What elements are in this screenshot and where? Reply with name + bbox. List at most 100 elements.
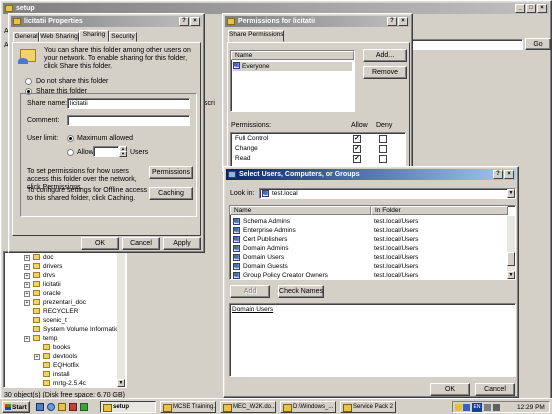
scroll-down-arrow[interactable]: ▼: [507, 271, 515, 279]
tab-general[interactable]: General: [13, 32, 39, 42]
help-button[interactable]: ?: [387, 17, 397, 26]
selected-object[interactable]: Domain Users: [232, 306, 273, 313]
directory-row[interactable]: Cert Publishers test.local/Users: [230, 235, 508, 244]
task-setup[interactable]: setup: [100, 401, 156, 413]
tray-icon[interactable]: [484, 404, 491, 411]
tree-item[interactable]: + doc: [24, 253, 53, 262]
volume-icon[interactable]: [493, 404, 500, 411]
tree-item[interactable]: + devtools: [34, 352, 77, 361]
tab-sharing[interactable]: Sharing: [79, 30, 109, 42]
task-mcse-training[interactable]: MCSE Training...: [160, 401, 216, 413]
clock[interactable]: 12:29 PM: [517, 403, 545, 412]
tab-web-sharing[interactable]: Web Sharing: [39, 32, 79, 42]
spin-down-arrow[interactable]: ▼: [119, 151, 127, 157]
directory-list[interactable]: Name In Folder Schema Admins test.local/U…: [229, 205, 516, 280]
tree-item[interactable]: +EQHotfix: [34, 361, 79, 370]
help-button[interactable]: ?: [493, 170, 503, 179]
comment-field[interactable]: [67, 115, 190, 126]
tree-item[interactable]: + temp: [24, 334, 57, 343]
look-in-dropdown[interactable]: test.local ▼: [259, 188, 516, 199]
deny-checkbox[interactable]: [379, 145, 387, 153]
allow-checkbox[interactable]: ✓: [353, 155, 361, 163]
tree-item[interactable]: +books: [34, 343, 70, 352]
maximize-button[interactable]: □: [526, 4, 536, 13]
app-icon[interactable]: [80, 403, 88, 411]
user-count-field[interactable]: [93, 146, 119, 157]
scroll-down-arrow[interactable]: ▼: [117, 379, 125, 387]
do-not-share-radio[interactable]: [25, 78, 32, 85]
directory-scrollbar[interactable]: ▼: [507, 216, 515, 279]
tree-item[interactable]: + licitatii: [24, 280, 61, 289]
expand-icon[interactable]: +: [24, 336, 30, 342]
address-bar[interactable]: [411, 39, 523, 50]
allow-checkbox[interactable]: ✓: [353, 145, 361, 153]
expand-icon[interactable]: +: [24, 264, 30, 270]
start-button[interactable]: Start: [2, 401, 30, 413]
close-button[interactable]: ×: [504, 170, 514, 179]
remove-button[interactable]: Remove: [363, 66, 407, 79]
tree-item[interactable]: + drvs: [24, 271, 55, 280]
explorer-icon[interactable]: [58, 403, 66, 411]
name-column-header[interactable]: Name: [231, 51, 354, 60]
expand-icon[interactable]: +: [24, 255, 30, 261]
apply-button[interactable]: Apply: [163, 237, 201, 250]
name-column-header[interactable]: Name: [230, 206, 371, 215]
directory-row[interactable]: Enterprise Admins test.local/Users: [230, 226, 508, 235]
tree-item[interactable]: +System Volume Information: [24, 325, 122, 334]
directory-row[interactable]: Domain Guests test.local/Users: [230, 262, 508, 271]
language-indicator[interactable]: EN: [472, 403, 482, 412]
expand-icon[interactable]: +: [24, 300, 30, 306]
tree-item[interactable]: + drivers: [24, 262, 63, 271]
ok-button[interactable]: OK: [430, 383, 470, 396]
expand-icon[interactable]: +: [34, 354, 40, 360]
allow-checkbox[interactable]: ✓: [353, 135, 361, 143]
cancel-button[interactable]: Cancel: [475, 383, 515, 396]
tab-share-permissions[interactable]: Share Permissions: [228, 30, 284, 42]
check-names-button[interactable]: Check Names: [278, 285, 324, 298]
tree-item[interactable]: +RECYCLER: [24, 307, 78, 316]
cancel-button[interactable]: Cancel: [122, 237, 160, 250]
deny-checkbox[interactable]: [379, 155, 387, 163]
allow-label[interactable]: Allow: [77, 149, 94, 156]
expand-icon[interactable]: +: [24, 273, 30, 279]
folder-tree[interactable]: + doc + drivers + drvs + licitatii + oracle + preze…: [3, 251, 127, 388]
in-folder-column-header[interactable]: In Folder: [371, 206, 508, 215]
tree-item[interactable]: +install: [34, 370, 70, 379]
tree-item[interactable]: +mrtg-2.5.4c: [34, 379, 86, 387]
task-mec-w2k[interactable]: MEC_W2K.do...: [220, 401, 276, 413]
tree-item[interactable]: + oracle: [24, 289, 61, 298]
ok-button[interactable]: OK: [81, 237, 119, 250]
task-windows-folder[interactable]: D:\Windows_...: [280, 401, 336, 413]
tray-icon[interactable]: [463, 404, 470, 411]
user-count-spinner[interactable]: ▲ ▼: [119, 146, 127, 157]
browser-icon[interactable]: [47, 403, 55, 411]
directory-row[interactable]: Group Policy Creator Owners test.local/Us…: [230, 271, 508, 279]
close-button[interactable]: ×: [398, 17, 408, 26]
permission-names-list[interactable]: Name Everyone: [230, 50, 355, 112]
app-icon[interactable]: [69, 403, 77, 411]
close-button[interactable]: ×: [190, 17, 200, 26]
share-name-field[interactable]: licitatii: [67, 98, 190, 109]
chevron-down-icon[interactable]: ▼: [507, 189, 515, 198]
maximum-allowed-radio[interactable]: [67, 135, 74, 142]
tree-item[interactable]: + prezentari_doc: [24, 298, 86, 307]
deny-checkbox[interactable]: [379, 135, 387, 143]
directory-row[interactable]: Domain Users test.local/Users: [230, 253, 508, 262]
minimize-button[interactable]: _: [515, 4, 525, 13]
allow-radio[interactable]: [67, 149, 74, 156]
maximum-allowed-label[interactable]: Maximum allowed: [77, 135, 133, 142]
add-button[interactable]: Add...: [363, 49, 407, 62]
caching-button[interactable]: Caching: [149, 187, 193, 200]
scroll-thumb[interactable]: [507, 252, 515, 266]
help-button[interactable]: ?: [179, 17, 189, 26]
directory-row[interactable]: Domain Admins test.local/Users: [230, 244, 508, 253]
tray-icon[interactable]: [455, 404, 462, 411]
do-not-share-label[interactable]: Do not share this folder: [36, 78, 108, 85]
task-service-pack-2[interactable]: Service Pack 2: [340, 401, 396, 413]
permissions-button[interactable]: Permissions: [149, 166, 193, 179]
desktop-icon[interactable]: [36, 403, 44, 411]
tree-scrollbar[interactable]: ▼: [117, 252, 125, 387]
list-item-everyone[interactable]: Everyone: [233, 62, 352, 71]
close-button[interactable]: ×: [537, 4, 547, 13]
expand-icon[interactable]: +: [24, 282, 30, 288]
